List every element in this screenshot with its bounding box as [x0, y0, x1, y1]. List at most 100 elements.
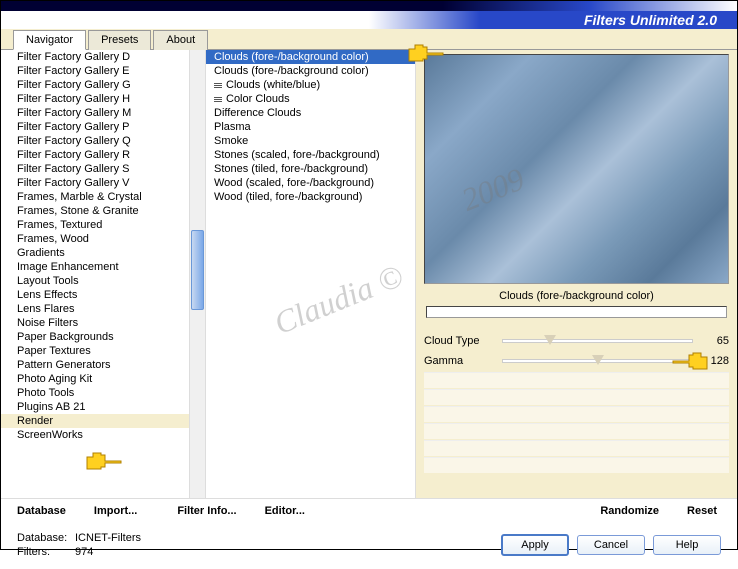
category-item[interactable]: Layout Tools	[1, 274, 189, 288]
filter-item[interactable]: Wood (scaled, fore-/background)	[206, 176, 415, 190]
filter-item-label: Clouds (fore-/background color)	[214, 51, 369, 63]
filter-item-label: Wood (scaled, fore-/background)	[214, 177, 374, 189]
tab-navigator[interactable]: Navigator	[13, 30, 86, 50]
category-item[interactable]: Render	[1, 414, 189, 428]
category-item[interactable]: ScreenWorks	[1, 428, 189, 442]
category-item[interactable]: Lens Effects	[1, 288, 189, 302]
slider-value: 128	[701, 355, 729, 367]
db-label: Database:	[17, 531, 75, 545]
category-item[interactable]: Filter Factory Gallery M	[1, 106, 189, 120]
slider-label: Gamma	[424, 355, 494, 367]
preview-image	[424, 54, 729, 284]
category-item[interactable]: Frames, Stone & Granite	[1, 204, 189, 218]
category-item[interactable]: Filter Factory Gallery P	[1, 120, 189, 134]
database-link[interactable]: Database	[17, 505, 66, 517]
slider-empty-row	[424, 440, 729, 456]
filter-item-label: Clouds (fore-/background color)	[214, 65, 369, 77]
filter-item-label: Stones (scaled, fore-/background)	[214, 149, 380, 161]
app-title: Filters Unlimited 2.0	[584, 12, 717, 28]
category-item[interactable]: Filter Factory Gallery D	[1, 50, 189, 64]
category-item[interactable]: Pattern Generators	[1, 358, 189, 372]
category-item[interactable]: Gradients	[1, 246, 189, 260]
filter-item-label: Stones (tiled, fore-/background)	[214, 163, 368, 175]
category-item[interactable]: Filter Factory Gallery V	[1, 176, 189, 190]
slider-empty-row	[424, 406, 729, 422]
category-list[interactable]: Filter Factory Gallery DFilter Factory G…	[1, 50, 189, 498]
slider-track[interactable]	[502, 359, 693, 363]
category-item[interactable]: Filter Factory Gallery G	[1, 78, 189, 92]
category-item[interactable]: Frames, Wood	[1, 232, 189, 246]
filters-count-label: Filters:	[17, 545, 75, 559]
preset-icon	[214, 83, 222, 88]
category-item[interactable]: Photo Tools	[1, 386, 189, 400]
category-scrollbar[interactable]	[189, 50, 205, 498]
category-item[interactable]: Noise Filters	[1, 316, 189, 330]
preview-label: Clouds (fore-/background color)	[424, 284, 729, 306]
database-info: Database: ICNET-Filters Filters: 974	[17, 531, 141, 559]
filter-item[interactable]: Clouds (white/blue)	[206, 78, 415, 92]
slider-thumb[interactable]	[544, 335, 556, 345]
progress-bar	[426, 306, 727, 318]
filter-item[interactable]: Clouds (fore-/background color)	[206, 64, 415, 78]
filter-item[interactable]: Stones (scaled, fore-/background)	[206, 148, 415, 162]
db-name: ICNET-Filters	[75, 531, 141, 545]
filter-info-link[interactable]: Filter Info...	[177, 505, 236, 517]
category-item[interactable]: Plugins AB 21	[1, 400, 189, 414]
category-item[interactable]: Frames, Textured	[1, 218, 189, 232]
filter-item[interactable]: Wood (tiled, fore-/background)	[206, 190, 415, 204]
slider-empty-row	[424, 457, 729, 473]
filter-item[interactable]: Color Clouds	[206, 92, 415, 106]
category-item[interactable]: Filter Factory Gallery R	[1, 148, 189, 162]
filter-item[interactable]: Plasma	[206, 120, 415, 134]
filters-count: 974	[75, 545, 93, 559]
category-item[interactable]: Filter Factory Gallery Q	[1, 134, 189, 148]
category-item[interactable]: Frames, Marble & Crystal	[1, 190, 189, 204]
filter-item[interactable]: Difference Clouds	[206, 106, 415, 120]
category-item[interactable]: Paper Textures	[1, 344, 189, 358]
filter-item-label: Color Clouds	[226, 93, 290, 105]
category-item[interactable]: Lens Flares	[1, 302, 189, 316]
slider-row: Gamma 128	[424, 352, 729, 370]
filter-item[interactable]: Clouds (fore-/background color)	[206, 50, 415, 64]
filter-item-label: Smoke	[214, 135, 248, 147]
slider-empty-row	[424, 423, 729, 439]
slider-label: Cloud Type	[424, 335, 494, 347]
filter-item-label: Clouds (white/blue)	[226, 79, 320, 91]
apply-button[interactable]: Apply	[501, 534, 569, 556]
category-item[interactable]: Image Enhancement	[1, 260, 189, 274]
category-item[interactable]: Filter Factory Gallery H	[1, 92, 189, 106]
category-item[interactable]: Photo Aging Kit	[1, 372, 189, 386]
import-link[interactable]: Import...	[94, 505, 137, 517]
filter-item-label: Plasma	[214, 121, 251, 133]
preset-icon	[214, 97, 222, 102]
tab-bar: NavigatorPresetsAbout	[1, 29, 737, 50]
tab-presets[interactable]: Presets	[88, 30, 151, 50]
cancel-button[interactable]: Cancel	[577, 535, 645, 555]
category-panel: Filter Factory Gallery DFilter Factory G…	[1, 50, 206, 498]
reset-link[interactable]: Reset	[687, 505, 717, 517]
slider-track[interactable]	[502, 339, 693, 343]
help-button[interactable]: Help	[653, 535, 721, 555]
filter-item-label: Wood (tiled, fore-/background)	[214, 191, 362, 203]
filter-item-label: Difference Clouds	[214, 107, 301, 119]
slider-value: 65	[701, 335, 729, 347]
footer: Database: ICNET-Filters Filters: 974 App…	[1, 523, 737, 569]
slider-thumb[interactable]	[592, 355, 604, 365]
action-link-bar: Database Import... Filter Info... Editor…	[1, 498, 737, 523]
window-top-border	[1, 1, 737, 11]
tab-about[interactable]: About	[153, 30, 208, 50]
slider-row: Cloud Type 65	[424, 332, 729, 350]
filter-item[interactable]: Stones (tiled, fore-/background)	[206, 162, 415, 176]
slider-empty-row	[424, 372, 729, 388]
header-bar: Filters Unlimited 2.0	[1, 11, 737, 29]
filter-item[interactable]: Smoke	[206, 134, 415, 148]
right-panel: Clouds (fore-/background color) Cloud Ty…	[416, 50, 737, 498]
slider-empty-row	[424, 389, 729, 405]
filter-list[interactable]: Clouds (fore-/background color) Clouds (f…	[206, 50, 416, 498]
category-item[interactable]: Paper Backgrounds	[1, 330, 189, 344]
scrollbar-thumb[interactable]	[191, 230, 204, 310]
randomize-link[interactable]: Randomize	[600, 505, 659, 517]
category-item[interactable]: Filter Factory Gallery S	[1, 162, 189, 176]
category-item[interactable]: Filter Factory Gallery E	[1, 64, 189, 78]
editor-link[interactable]: Editor...	[265, 505, 305, 517]
